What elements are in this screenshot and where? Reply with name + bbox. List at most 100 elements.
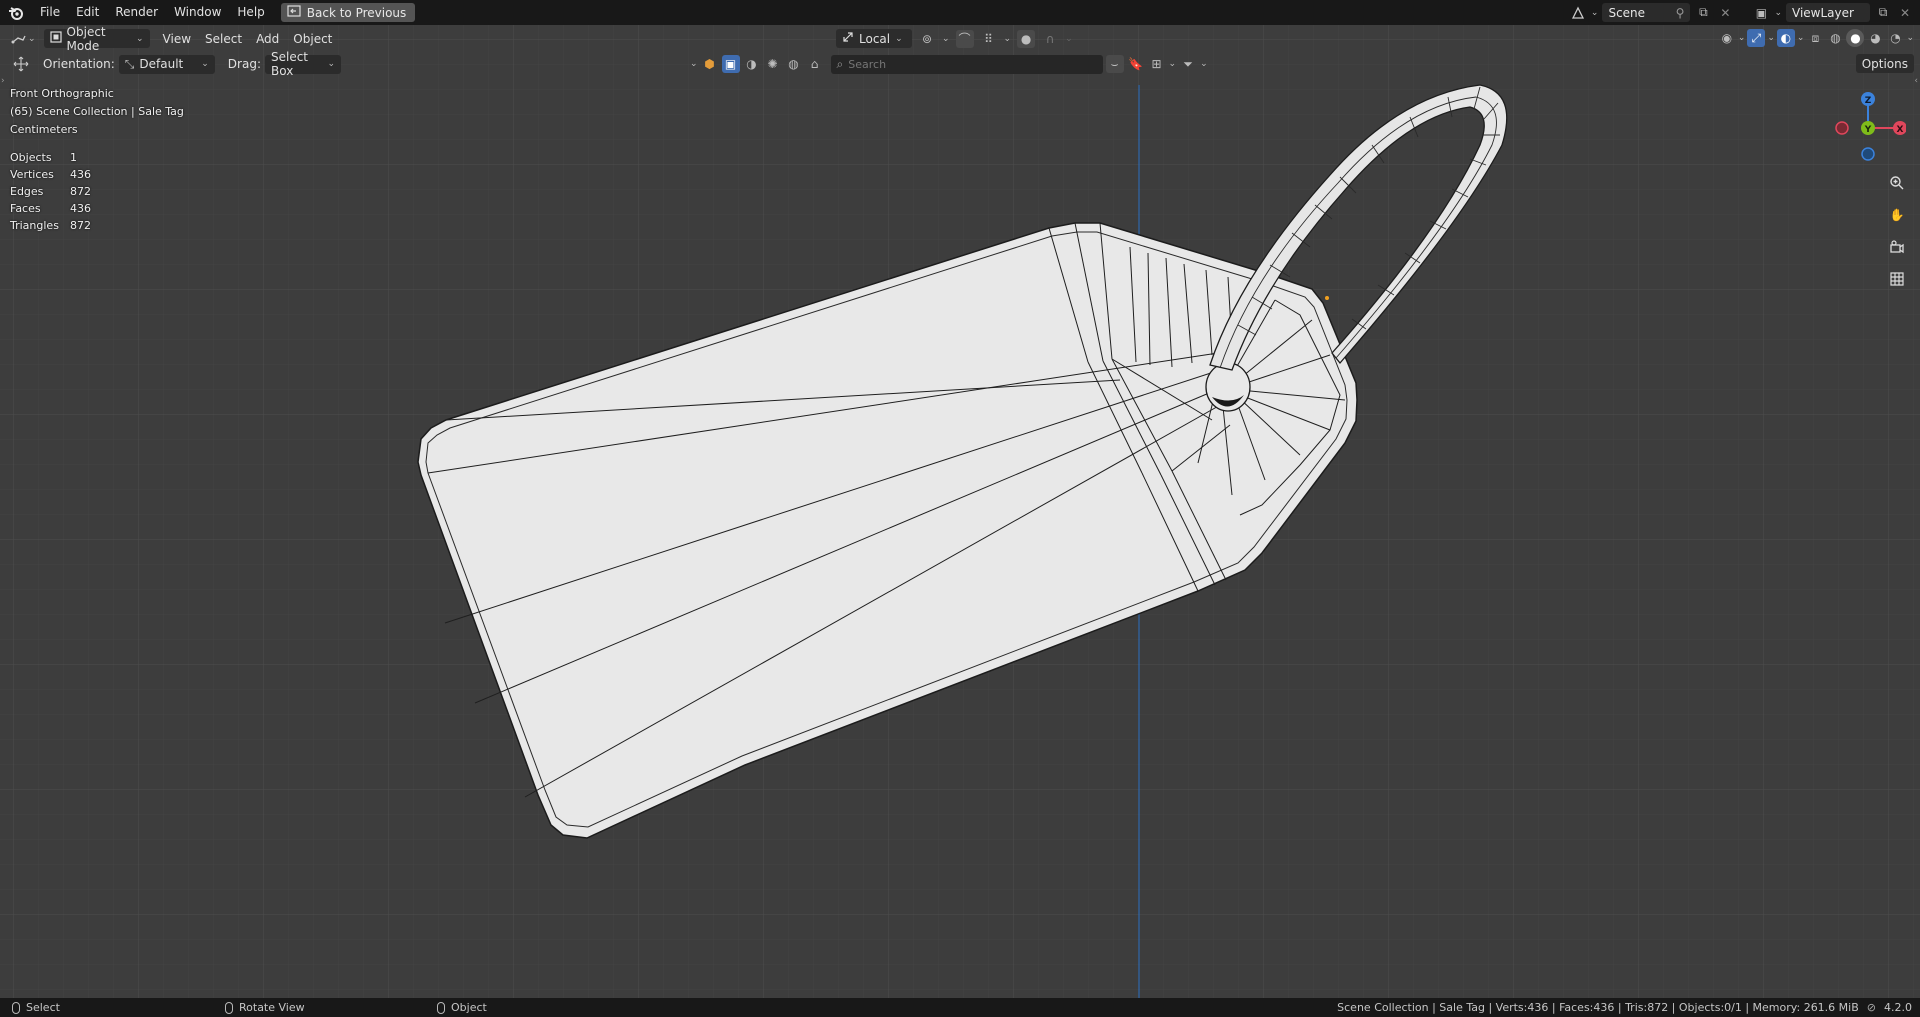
menu-select[interactable]: Select bbox=[198, 32, 249, 46]
chevron-down-icon[interactable]: ⌄ bbox=[1065, 34, 1073, 44]
light-filter-icon[interactable]: ✺ bbox=[764, 55, 782, 73]
blender-logo-icon[interactable] bbox=[0, 0, 32, 25]
collection-path: (65) Scene Collection | Sale Tag bbox=[10, 105, 184, 118]
chevron-down-icon[interactable]: ⌄ bbox=[1591, 8, 1599, 18]
rendered-shading-icon[interactable]: ◔ bbox=[1886, 29, 1904, 47]
object-types-icon[interactable]: ⬢ bbox=[701, 55, 719, 73]
orientation-value: Default bbox=[139, 57, 184, 71]
view-layer-field[interactable]: ViewLayer bbox=[1786, 3, 1870, 22]
drag-value: Select Box bbox=[270, 50, 309, 78]
default-orientation-icon: ⤡ bbox=[124, 56, 135, 71]
drag-select[interactable]: Select Box ⌄ bbox=[264, 50, 341, 78]
local-orientation-icon bbox=[842, 31, 854, 46]
status-object-label: Object bbox=[451, 1001, 487, 1014]
stat-value: 872 bbox=[70, 185, 91, 198]
pin-icon[interactable]: ⚲ bbox=[1676, 6, 1685, 20]
xray-icon[interactable]: ⧈ bbox=[1806, 29, 1824, 47]
mouse-middle-icon bbox=[225, 1001, 233, 1014]
hand-pan-icon[interactable]: ✋ bbox=[1884, 202, 1910, 228]
world-filter-icon[interactable]: ◍ bbox=[785, 55, 803, 73]
zoom-icon[interactable] bbox=[1884, 170, 1910, 196]
stat-value: 1 bbox=[70, 151, 77, 164]
chevron-down-icon[interactable]: ⌄ bbox=[1169, 59, 1177, 69]
status-rotate-label: Rotate View bbox=[239, 1001, 305, 1014]
stat-value: 436 bbox=[70, 168, 91, 181]
top-menu-bar: File Edit Render Window Help Back to Pre… bbox=[0, 0, 1920, 25]
snap-icon[interactable]: ⌒ bbox=[955, 29, 974, 48]
stat-value: 872 bbox=[70, 219, 91, 232]
new-view-layer-icon[interactable]: ⧉ bbox=[1874, 4, 1892, 22]
falloff-icon[interactable]: ∩ bbox=[1041, 30, 1059, 48]
3d-viewport[interactable]: ⌄ Object Mode ⌄ View Select Add Object L… bbox=[0, 25, 1920, 998]
menu-window[interactable]: Window bbox=[166, 0, 229, 25]
chevron-down-icon[interactable]: ⌄ bbox=[1738, 33, 1746, 43]
status-info: Scene Collection | Sale Tag | Verts:436 … bbox=[1337, 998, 1912, 1017]
menu-add[interactable]: Add bbox=[249, 32, 286, 46]
back-to-previous-label: Back to Previous bbox=[306, 5, 407, 20]
delete-view-layer-icon[interactable]: ✕ bbox=[1896, 4, 1914, 22]
search-icon: ⌕ bbox=[836, 56, 844, 71]
scene-statistics: Objects 1 Vertices 436 Edges 872 Faces 436 T… bbox=[10, 149, 91, 234]
move-tool-icon bbox=[12, 55, 30, 73]
bookmark-icon[interactable]: 🔖 bbox=[1127, 55, 1145, 73]
overlay-toggle-icon[interactable]: ◐ bbox=[1776, 29, 1795, 47]
menu-render[interactable]: Render bbox=[107, 0, 166, 25]
chevron-down-icon[interactable]: ⌄ bbox=[1004, 34, 1012, 44]
menu-help[interactable]: Help bbox=[229, 0, 272, 25]
chevron-down-icon[interactable]: ⌄ bbox=[1906, 33, 1914, 43]
pivot-point-icon[interactable]: ⊚ bbox=[918, 30, 936, 48]
solid-shading-icon[interactable]: ● bbox=[1846, 29, 1865, 47]
chevron-down-icon[interactable]: ⌄ bbox=[1774, 8, 1782, 18]
material-filter-icon[interactable]: ◑ bbox=[743, 55, 761, 73]
snap-target-icon[interactable]: ⠿ bbox=[980, 30, 998, 48]
material-shading-icon[interactable]: ◕ bbox=[1866, 29, 1884, 47]
delete-scene-icon[interactable]: ✕ bbox=[1716, 4, 1734, 22]
sidebar-expand-icon[interactable]: ‹ bbox=[1914, 76, 1918, 86]
view-layer-icon[interactable]: ▣ bbox=[1752, 4, 1770, 22]
chevron-down-icon[interactable]: ⌄ bbox=[28, 34, 36, 44]
filter-toggle-icon[interactable]: ⌣ bbox=[1105, 55, 1124, 73]
navigation-gizmo[interactable]: Z X Y bbox=[1826, 85, 1906, 165]
gizmo-y-label: Y bbox=[1864, 125, 1872, 135]
mouse-left-icon bbox=[12, 1001, 20, 1014]
proportional-editing-icon[interactable]: ● bbox=[1017, 29, 1036, 48]
search-input[interactable] bbox=[848, 57, 1079, 71]
options-button[interactable]: Options bbox=[1855, 54, 1914, 73]
transform-orientation-select[interactable]: Local ⌄ bbox=[836, 29, 912, 48]
chevron-down-icon[interactable]: ⌄ bbox=[1797, 33, 1805, 43]
orientation-select[interactable]: ⤡ Default ⌄ bbox=[118, 54, 215, 74]
mode-select[interactable]: Object Mode ⌄ bbox=[43, 25, 150, 53]
scene-filter-icon[interactable]: ⌂ bbox=[806, 55, 824, 73]
sort-icon[interactable]: ⊞ bbox=[1148, 55, 1166, 73]
menu-view[interactable]: View bbox=[156, 32, 198, 46]
menu-edit[interactable]: Edit bbox=[68, 0, 107, 25]
toolbar-expand-icon[interactable]: › bbox=[1, 76, 5, 86]
chevron-down-icon: ⌄ bbox=[327, 59, 335, 69]
stat-label: Triangles bbox=[10, 219, 59, 232]
chevron-down-icon[interactable]: ⌄ bbox=[690, 59, 698, 69]
camera-view-icon[interactable] bbox=[1884, 234, 1910, 260]
scene-icon[interactable] bbox=[1569, 4, 1587, 22]
menu-file[interactable]: File bbox=[32, 0, 68, 25]
stat-value: 436 bbox=[70, 202, 91, 215]
wireframe-shading-icon[interactable]: ◍ bbox=[1826, 29, 1844, 47]
menu-object[interactable]: Object bbox=[286, 32, 339, 46]
new-scene-icon[interactable]: ⧉ bbox=[1694, 4, 1712, 22]
select-mode-icon[interactable]: ▣ bbox=[721, 55, 740, 73]
stat-row: Edges 872 bbox=[10, 183, 91, 200]
chevron-down-icon: ⌄ bbox=[895, 33, 903, 44]
grid-view-icon[interactable] bbox=[1884, 266, 1910, 292]
back-to-previous-button[interactable]: Back to Previous bbox=[280, 3, 416, 22]
scene-field[interactable]: Scene ⚲ bbox=[1602, 3, 1691, 22]
orientation-label: Orientation: bbox=[43, 57, 115, 71]
gizmo-neg-z bbox=[1861, 147, 1875, 161]
back-icon bbox=[287, 5, 301, 20]
funnel-icon[interactable]: ⏷ bbox=[1179, 55, 1197, 73]
chevron-down-icon[interactable]: ⌄ bbox=[1200, 59, 1208, 69]
chevron-down-icon[interactable]: ⌄ bbox=[942, 34, 950, 44]
chevron-down-icon[interactable]: ⌄ bbox=[1767, 33, 1775, 43]
editor-type-icon[interactable] bbox=[10, 30, 28, 48]
search-field[interactable]: ⌕ bbox=[830, 54, 1103, 74]
gizmo-toggle-icon[interactable]: ⤢ bbox=[1747, 29, 1766, 47]
visibility-icon[interactable]: ◉ bbox=[1718, 29, 1736, 47]
